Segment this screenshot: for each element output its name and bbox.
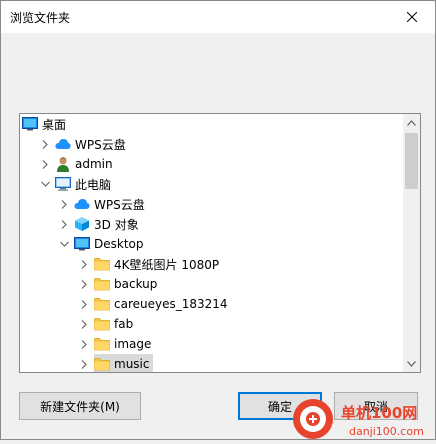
- desktop-folder-icon: [22, 116, 38, 132]
- tree-item-label: music: [114, 357, 150, 371]
- folder-tree[interactable]: 桌面 WPS云盘 admin 此电脑 WPS云盘 3D 对象 Desktop 4K壁纸图片 1…: [19, 113, 421, 373]
- tree-item-label: fab: [114, 317, 134, 331]
- tree-item-label: image: [114, 337, 152, 351]
- tree-item-label: 桌面: [42, 117, 67, 132]
- chevron-down-icon: [407, 360, 416, 367]
- tree-item-content: music: [94, 354, 154, 372]
- browse-folder-dialog: 浏览文件夹 桌面 WPS云盘 admin 此电脑 WPS云盘 3D 对象 Desktop 4K…: [0, 0, 436, 440]
- scroll-down-button[interactable]: [403, 355, 420, 372]
- scroll-up-button[interactable]: [403, 114, 420, 131]
- tree-item[interactable]: 此电脑: [20, 174, 402, 194]
- tree-item-content: careueyes_183214: [94, 294, 232, 314]
- tree-item-label: 4K壁纸图片 1080P: [114, 257, 220, 272]
- scroll-thumb[interactable]: [405, 133, 418, 189]
- tree-item-content: admin: [55, 154, 117, 174]
- tree-item-content: backup: [94, 274, 161, 294]
- chevron-right-icon[interactable]: [78, 274, 90, 294]
- tree-item[interactable]: 桌面: [20, 114, 402, 134]
- tree-item[interactable]: WPS云盘: [20, 194, 402, 214]
- chevron-right-icon[interactable]: [78, 294, 90, 314]
- close-button[interactable]: [389, 1, 435, 33]
- tree-item-label: WPS云盘: [94, 197, 145, 212]
- computer-icon: [55, 176, 71, 192]
- chevron-right-icon[interactable]: [78, 334, 90, 354]
- vertical-scrollbar[interactable]: [403, 114, 420, 372]
- chevron-down-icon[interactable]: [39, 174, 51, 194]
- tree-item-content: WPS云盘: [55, 134, 130, 154]
- tree-item-label: Desktop: [94, 237, 144, 251]
- tree-item-label: backup: [114, 277, 158, 291]
- tree-item-content: fab: [94, 314, 137, 334]
- window-title: 浏览文件夹: [10, 11, 71, 25]
- tree-item[interactable]: music: [20, 354, 402, 372]
- tree-item[interactable]: 4K壁纸图片 1080P: [20, 254, 402, 274]
- tree-item-label: 此电脑: [75, 177, 112, 192]
- tree-item[interactable]: WPS云盘: [20, 134, 402, 154]
- chevron-right-icon[interactable]: [39, 134, 51, 154]
- tree-item[interactable]: fab: [20, 314, 402, 334]
- chevron-right-icon[interactable]: [39, 154, 51, 174]
- tree-item[interactable]: image: [20, 334, 402, 354]
- chevron-right-icon[interactable]: [58, 214, 70, 234]
- watermark-logo: 单机100网 danji100.com: [291, 397, 436, 441]
- title-bar: 浏览文件夹: [1, 1, 435, 33]
- tree-item-content: 桌面: [22, 114, 70, 134]
- close-icon: [407, 12, 417, 22]
- tree-item-label: careueyes_183214: [114, 297, 228, 311]
- tree-item[interactable]: careueyes_183214: [20, 294, 402, 314]
- folder-icon: [94, 356, 110, 372]
- cube-icon: [74, 216, 90, 232]
- folder-icon: [94, 336, 110, 352]
- tree-item-content: Desktop: [74, 234, 148, 254]
- tree-item-content: 4K壁纸图片 1080P: [94, 254, 223, 274]
- folder-tree-list: 桌面 WPS云盘 admin 此电脑 WPS云盘 3D 对象 Desktop 4K壁纸图片 1…: [20, 114, 402, 372]
- tree-item-content: image: [94, 334, 155, 354]
- chevron-right-icon[interactable]: [78, 254, 90, 274]
- tree-item-label: admin: [75, 157, 113, 171]
- chevron-right-icon[interactable]: [78, 314, 90, 334]
- folder-icon: [94, 296, 110, 312]
- tree-item[interactable]: backup: [20, 274, 402, 294]
- tree-item-label: WPS云盘: [75, 137, 126, 152]
- tree-item[interactable]: 3D 对象: [20, 214, 402, 234]
- chevron-right-icon[interactable]: [78, 354, 90, 372]
- tree-item-content: WPS云盘: [74, 194, 149, 214]
- cloud-icon: [74, 196, 90, 212]
- new-folder-button[interactable]: 新建文件夹(M): [19, 392, 141, 420]
- desktop-folder-icon: [74, 236, 90, 252]
- folder-icon: [94, 256, 110, 272]
- folder-icon: [94, 316, 110, 332]
- watermark-title: 单机100网: [341, 404, 417, 422]
- tree-item-label: 3D 对象: [94, 217, 139, 232]
- watermark-url: danji100.com: [349, 425, 424, 438]
- tree-item-content: 3D 对象: [74, 214, 143, 234]
- tree-item[interactable]: Desktop: [20, 234, 402, 254]
- chevron-up-icon: [407, 119, 416, 126]
- tree-item[interactable]: admin: [20, 154, 402, 174]
- chevron-down-icon[interactable]: [58, 234, 70, 254]
- tree-item-content: 此电脑: [55, 174, 115, 194]
- user-icon: [55, 156, 71, 172]
- chevron-right-icon[interactable]: [58, 194, 70, 214]
- folder-icon: [94, 276, 110, 292]
- cloud-icon: [55, 136, 71, 152]
